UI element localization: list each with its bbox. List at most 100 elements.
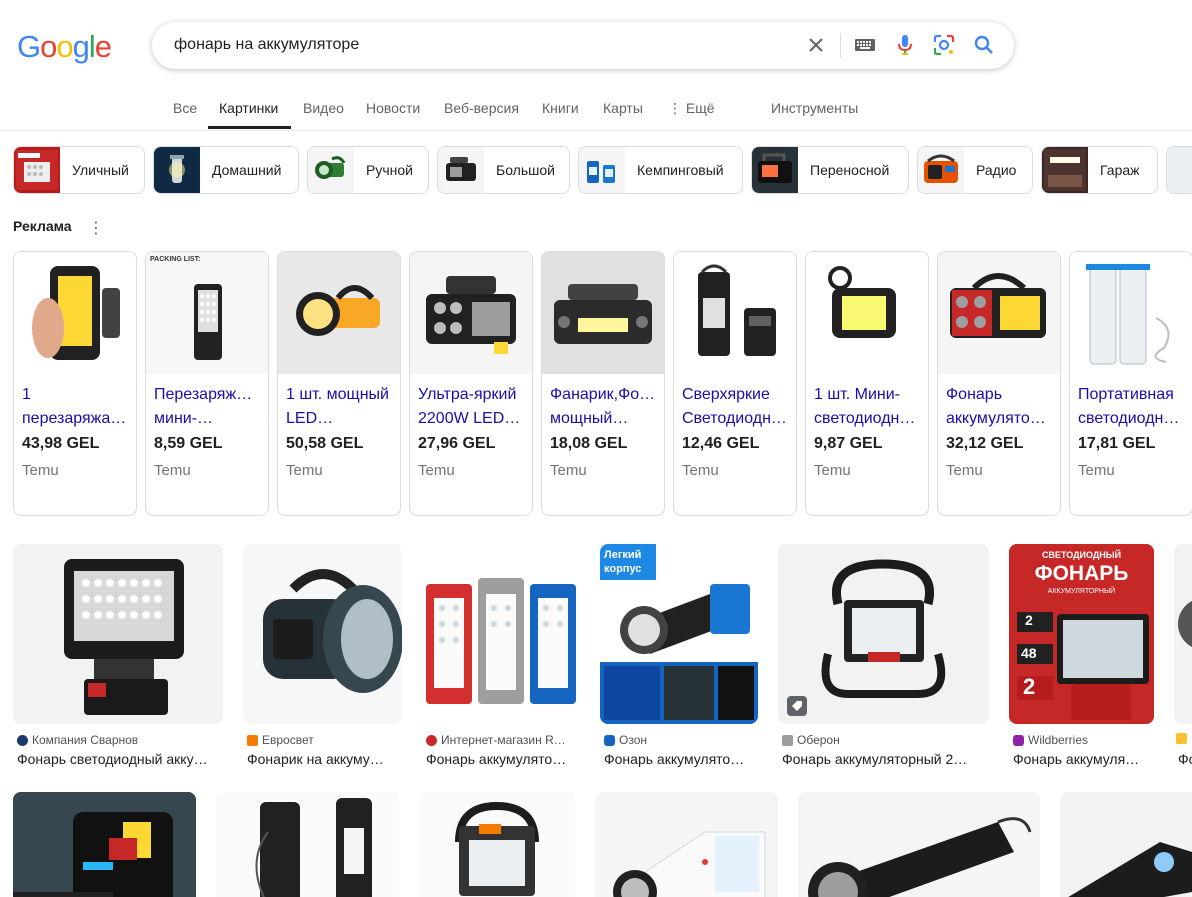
ad-title[interactable]: Сверхяркие Светодиодн… bbox=[682, 383, 788, 431]
ad-title[interactable]: Фанарик,Фонар мощный… bbox=[550, 383, 656, 431]
chip-home[interactable]: Домашний bbox=[153, 146, 299, 194]
ad-card[interactable]: Ультра-яркий 2200W LED… 27,96 GEL Temu bbox=[409, 251, 533, 516]
tab-videos[interactable]: Видео bbox=[303, 100, 344, 116]
ad-image bbox=[278, 252, 400, 374]
result-title[interactable]: Фонарь аккумуля… bbox=[1013, 751, 1154, 767]
tab-books[interactable]: Книги bbox=[542, 100, 579, 116]
ad-card[interactable]: PACKING LIST: Перезаряжаем мини-… 8,59 G… bbox=[145, 251, 269, 516]
result-image[interactable] bbox=[243, 544, 402, 724]
result-title[interactable]: Фонарик на аккуму… bbox=[247, 751, 392, 767]
ad-card[interactable]: 1 шт. мощный LED… 50,58 GEL Temu bbox=[277, 251, 401, 516]
ad-price: 18,08 GEL bbox=[550, 435, 628, 452]
chip-label: Большой bbox=[496, 162, 555, 178]
ad-card[interactable]: Фанарик,Фонар мощный… 18,08 GEL Temu bbox=[541, 251, 665, 516]
wb-top-text: СВЕТОДИОДНЫЙ bbox=[1041, 550, 1122, 560]
tab-maps[interactable]: Карты bbox=[603, 100, 643, 116]
result-source[interactable]: Wildberries bbox=[1013, 733, 1154, 747]
result-source[interactable]: Оберон bbox=[782, 733, 989, 747]
ad-price: 17,81 GEL bbox=[1078, 435, 1156, 452]
chip-radio[interactable]: Радио bbox=[917, 146, 1033, 194]
result-source-name: Евросвет bbox=[262, 733, 314, 747]
chip-camping[interactable]: Кемпинговый bbox=[578, 146, 743, 194]
result-source[interactable]: Компания Сварнов bbox=[17, 733, 223, 747]
result-title[interactable]: Фонарь аккумуляторный 2… bbox=[782, 751, 982, 767]
chip-thumbnail bbox=[918, 147, 964, 193]
ad-price: 32,12 GEL bbox=[946, 435, 1024, 452]
lens-icon[interactable] bbox=[932, 33, 956, 57]
clear-icon[interactable] bbox=[804, 33, 828, 57]
ad-title[interactable]: 1 шт. мощный LED… bbox=[286, 383, 392, 431]
ad-image bbox=[674, 252, 796, 374]
wb-title-text: ФОНАРЬ bbox=[1034, 562, 1129, 585]
result-image[interactable] bbox=[798, 792, 1040, 897]
ad-card[interactable]: 1 перезаряжа… 43,98 GEL Temu bbox=[13, 251, 137, 516]
result-source[interactable]: Интернет-магазин R… bbox=[426, 733, 580, 747]
result-image[interactable] bbox=[422, 554, 580, 712]
result-image[interactable] bbox=[13, 544, 223, 724]
result-image[interactable]: СВЕТОДИОДНЫЙ ФОНАРЬ АККУМУЛЯТОРНЫЙ 2 48 … bbox=[1009, 544, 1154, 724]
ad-price: 27,96 GEL bbox=[418, 435, 496, 452]
tab-news[interactable]: Новости bbox=[366, 100, 420, 116]
ad-store: Temu bbox=[418, 462, 455, 479]
result-source[interactable]: Озон bbox=[604, 733, 758, 747]
google-logo[interactable]: Google bbox=[17, 29, 112, 65]
ad-title[interactable]: 1 перезаряжа… bbox=[22, 383, 128, 431]
result-image[interactable] bbox=[13, 792, 196, 897]
search-box[interactable]: фонарь на аккумуляторе bbox=[152, 22, 1014, 69]
keyboard-icon[interactable] bbox=[853, 33, 877, 57]
chip-handheld[interactable]: Ручной bbox=[307, 146, 429, 194]
ad-card[interactable]: Портативная светодиодн… 17,81 GEL Temu bbox=[1069, 251, 1192, 516]
tab-more[interactable]: ⋮ Ещё bbox=[668, 100, 715, 117]
search-input[interactable]: фонарь на аккумуляторе bbox=[174, 36, 359, 54]
ad-title[interactable]: Портативная светодиодн… bbox=[1078, 383, 1184, 431]
chip-street[interactable]: Уличный bbox=[13, 146, 145, 194]
ozon-badge: Легкий корпус bbox=[604, 549, 642, 575]
chip-more[interactable] bbox=[1166, 146, 1192, 194]
tab-images[interactable]: Картинки bbox=[219, 100, 278, 116]
ad-store: Temu bbox=[154, 462, 191, 479]
chip-garage[interactable]: Гараж bbox=[1041, 146, 1158, 194]
favicon-icon bbox=[426, 734, 437, 746]
ad-card[interactable]: Фонарь аккумулятор… 32,12 GEL Temu bbox=[937, 251, 1061, 516]
result-image[interactable]: Легкий корпус bbox=[600, 544, 758, 724]
result-image[interactable] bbox=[419, 792, 575, 897]
ad-image: PACKING LIST: bbox=[146, 252, 268, 374]
ad-title[interactable]: Фонарь аккумулятор… bbox=[946, 383, 1052, 431]
search-tabs: Все Картинки Видео Новости Веб-версия Кн… bbox=[0, 88, 1192, 131]
tab-web[interactable]: Веб-версия bbox=[444, 100, 519, 116]
ad-title[interactable]: Ультра-яркий 2200W LED… bbox=[418, 383, 524, 431]
result-image[interactable] bbox=[1174, 544, 1192, 724]
result-image[interactable] bbox=[1060, 792, 1192, 897]
chip-portable[interactable]: Переносной bbox=[751, 146, 909, 194]
logo-letter: o bbox=[56, 29, 73, 64]
result-image[interactable] bbox=[216, 792, 399, 897]
ad-title[interactable]: 1 шт. Мини-светодиодн… bbox=[814, 383, 920, 431]
search-icon[interactable] bbox=[972, 33, 996, 57]
ad-price: 8,59 GEL bbox=[154, 435, 223, 452]
favicon-icon bbox=[1013, 734, 1024, 746]
tab-all[interactable]: Все bbox=[173, 100, 197, 116]
microphone-icon[interactable] bbox=[893, 33, 917, 57]
ad-title[interactable]: Перезаряжаем мини-… bbox=[154, 383, 260, 431]
ad-store: Temu bbox=[946, 462, 983, 479]
chip-label: Переносной bbox=[810, 162, 890, 178]
chip-thumbnail bbox=[154, 147, 200, 193]
ads-menu-icon[interactable]: ⋮ bbox=[88, 218, 104, 238]
ad-store: Temu bbox=[22, 462, 59, 479]
result-title[interactable]: Фонарь аккумулято… bbox=[426, 751, 576, 767]
result-title[interactable]: Фонарь аккумулято… bbox=[604, 751, 754, 767]
result-image[interactable] bbox=[595, 792, 778, 897]
chip-thumbnail bbox=[1042, 147, 1088, 193]
ad-card[interactable]: 1 шт. Мини-светодиодн… 9,87 GEL Temu bbox=[805, 251, 929, 516]
ad-price: 43,98 GEL bbox=[22, 435, 100, 452]
result-source[interactable] bbox=[1176, 733, 1192, 744]
result-title[interactable]: Фо bbox=[1178, 751, 1192, 767]
result-source[interactable]: Евросвет bbox=[247, 733, 402, 747]
chip-large[interactable]: Большой bbox=[437, 146, 570, 194]
result-image[interactable] bbox=[778, 544, 989, 724]
result-title[interactable]: Фонарь светодиодный акку… bbox=[17, 751, 223, 767]
ad-card[interactable]: Сверхяркие Светодиодн… 12,46 GEL Temu bbox=[673, 251, 797, 516]
tools-button[interactable]: Инструменты bbox=[771, 100, 858, 116]
ad-image bbox=[14, 252, 136, 374]
ad-store: Temu bbox=[814, 462, 851, 479]
